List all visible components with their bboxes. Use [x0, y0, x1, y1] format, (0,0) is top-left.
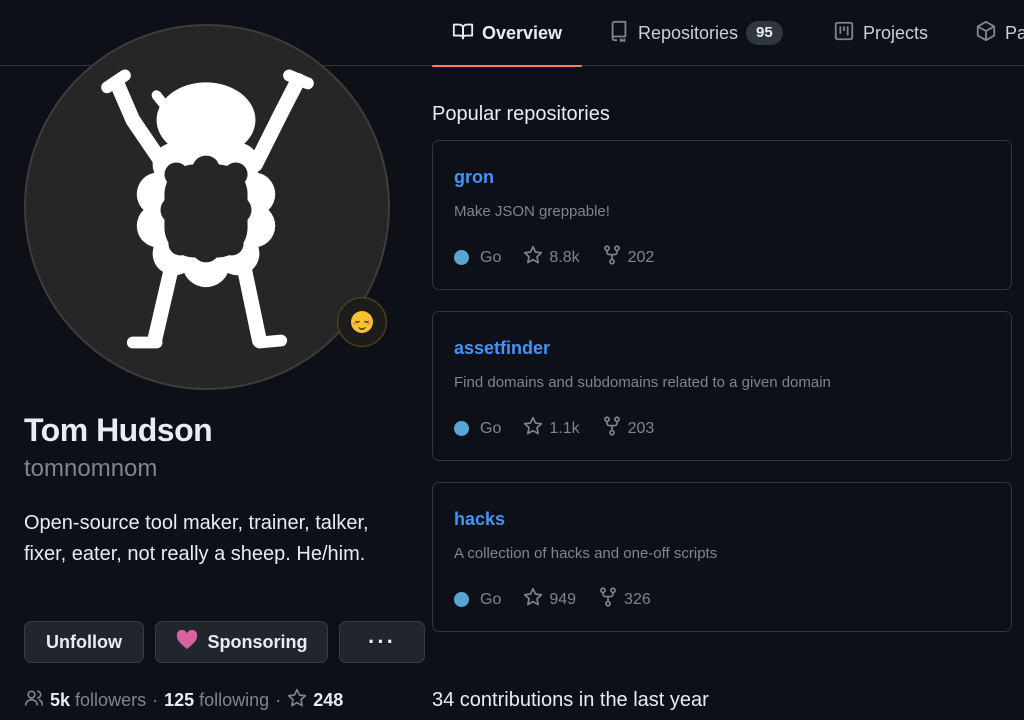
- contributions-heading: 34 contributions in the last year: [432, 689, 709, 711]
- popular-repositories-heading: Popular repositories: [432, 103, 610, 125]
- status-emoji-button[interactable]: [337, 297, 387, 347]
- star-icon: [523, 245, 543, 270]
- repo-meta: Go 1.1k 203: [454, 416, 676, 441]
- language-color-dot: [454, 421, 469, 436]
- profile-bio: Open-source tool maker, trainer, talker,…: [24, 512, 369, 565]
- stars-count: 1.1k: [549, 419, 580, 437]
- separator-dot: ·: [152, 690, 159, 710]
- language-color-dot: [454, 592, 469, 607]
- forks-count: 202: [627, 248, 655, 266]
- sheep-drawing-icon: [101, 69, 314, 349]
- star-icon: [523, 587, 543, 612]
- sponsoring-button[interactable]: Sponsoring: [155, 621, 328, 663]
- tab-packages[interactable]: Pa: [975, 0, 1024, 66]
- repo-forks-link[interactable]: 203: [602, 416, 655, 441]
- language-label: Go: [480, 590, 502, 608]
- language-label: Go: [480, 419, 502, 437]
- following-link[interactable]: 125 following: [164, 690, 269, 711]
- separator-dot: ·: [275, 690, 282, 710]
- repo-icon: [608, 20, 630, 47]
- book-icon: [452, 20, 474, 47]
- repo-card: gron Make JSON greppable! Go 8.8k 202: [432, 140, 1012, 290]
- unfollow-button[interactable]: Unfollow: [24, 621, 144, 663]
- tab-repositories[interactable]: Repositories 95: [608, 0, 783, 66]
- repo-card: hacks A collection of hacks and one-off …: [432, 482, 1012, 632]
- repositories-count-badge: 95: [746, 21, 783, 45]
- tab-label: Projects: [863, 22, 929, 43]
- tab-projects[interactable]: Projects: [833, 0, 928, 66]
- star-icon: [287, 688, 307, 713]
- avatar[interactable]: [24, 24, 390, 390]
- language-color-dot: [454, 250, 469, 265]
- forks-count: 203: [627, 419, 655, 437]
- sponsoring-label: Sponsoring: [207, 631, 308, 652]
- follow-stats: 5k followers · 125 following · 248: [24, 688, 343, 713]
- repo-description: Make JSON greppable!: [454, 203, 610, 220]
- followers-link[interactable]: 5k followers: [50, 690, 146, 711]
- forks-count: 326: [624, 590, 651, 608]
- repo-card: assetfinder Find domains and subdomains …: [432, 311, 1012, 461]
- tab-label: Pa: [1005, 22, 1024, 43]
- repo-description: A collection of hacks and one-off script…: [454, 545, 718, 562]
- language-label: Go: [480, 248, 502, 266]
- fork-icon: [602, 245, 622, 270]
- fork-icon: [602, 416, 622, 441]
- repo-stars-link[interactable]: 949: [523, 587, 576, 612]
- followers-count: 5k: [50, 690, 71, 710]
- following-count: 125: [164, 690, 195, 710]
- relieved-face-emoji-icon: [351, 311, 373, 333]
- repo-forks-link[interactable]: 202: [602, 245, 655, 270]
- repo-stars-link[interactable]: 8.8k: [523, 245, 580, 270]
- people-icon: [24, 688, 44, 713]
- repo-language: Go: [454, 420, 501, 438]
- stars-count: 248: [313, 690, 344, 710]
- star-icon: [523, 416, 543, 441]
- heart-icon: [176, 629, 198, 655]
- active-tab-underline: [432, 65, 583, 67]
- repo-language: Go: [454, 249, 501, 267]
- repo-forks-link[interactable]: 326: [598, 587, 651, 612]
- repo-name-link[interactable]: assetfinder: [454, 338, 550, 359]
- profile-username: tomnomnom: [24, 455, 158, 482]
- tab-overview[interactable]: Overview: [432, 0, 583, 67]
- stars-count: 8.8k: [549, 248, 580, 266]
- fork-icon: [598, 587, 618, 612]
- profile-full-name: Tom Hudson: [24, 412, 213, 448]
- stars-link[interactable]: 248: [287, 688, 343, 713]
- following-label: following: [199, 690, 270, 710]
- unfollow-label: Unfollow: [46, 631, 122, 652]
- kebab-horizontal-icon: ···: [368, 629, 396, 654]
- package-icon: [975, 20, 997, 47]
- repo-meta: Go 949 326: [454, 587, 673, 612]
- profile-page: Overview Repositories 95 Projects Pa Tom…: [0, 0, 1024, 720]
- repo-stars-link[interactable]: 1.1k: [523, 416, 580, 441]
- followers-label: followers: [75, 690, 147, 710]
- repo-description: Find domains and subdomains related to a…: [454, 374, 831, 391]
- repo-name-link[interactable]: hacks: [454, 509, 505, 530]
- repo-language: Go: [454, 591, 501, 609]
- repo-meta: Go 8.8k 202: [454, 245, 676, 270]
- tab-label: Overview: [482, 22, 563, 43]
- stars-count: 949: [549, 590, 577, 608]
- project-board-icon: [833, 20, 855, 47]
- repo-name-link[interactable]: gron: [454, 167, 494, 188]
- more-options-button[interactable]: ···: [339, 621, 425, 663]
- tab-label: Repositories: [638, 22, 739, 43]
